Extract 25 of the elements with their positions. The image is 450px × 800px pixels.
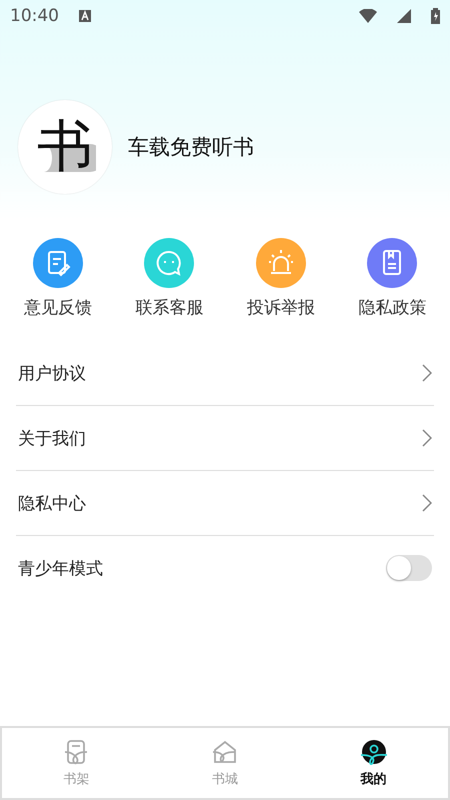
action-label[interactable]: 意见反馈 bbox=[24, 296, 92, 319]
app-name: 车载免费听书 bbox=[128, 134, 254, 161]
toggle-switch[interactable] bbox=[386, 555, 432, 581]
feedback-icon[interactable] bbox=[32, 238, 83, 288]
action-label[interactable]: 联系客服 bbox=[135, 296, 204, 319]
person-icon bbox=[358, 738, 389, 766]
menu-item[interactable]: 青少年模式 bbox=[18, 556, 103, 580]
menu-item[interactable]: 用户协议 bbox=[18, 362, 86, 384]
signal-icon bbox=[397, 9, 411, 23]
action-label[interactable]: 投诉举报 bbox=[246, 296, 315, 319]
nav-tab[interactable]: 我的 bbox=[299, 728, 448, 798]
action-label[interactable]: 隐私政策 bbox=[358, 296, 426, 319]
app-logo: 书 bbox=[18, 100, 112, 194]
keyboard-icon bbox=[79, 10, 91, 22]
menu-item[interactable]: 关于我们 bbox=[18, 426, 86, 450]
chat-icon[interactable] bbox=[144, 238, 194, 288]
status-time: 10:40 bbox=[10, 6, 59, 26]
wifi-icon bbox=[359, 9, 377, 23]
policy-icon[interactable] bbox=[367, 238, 418, 288]
menu-item[interactable]: 隐私中心 bbox=[18, 492, 86, 514]
battery-icon bbox=[431, 8, 440, 24]
chevron-icon[interactable] bbox=[422, 364, 432, 382]
alarm-icon[interactable] bbox=[256, 238, 306, 288]
chevron-icon[interactable] bbox=[422, 429, 432, 447]
chevron-icon[interactable] bbox=[422, 494, 432, 512]
